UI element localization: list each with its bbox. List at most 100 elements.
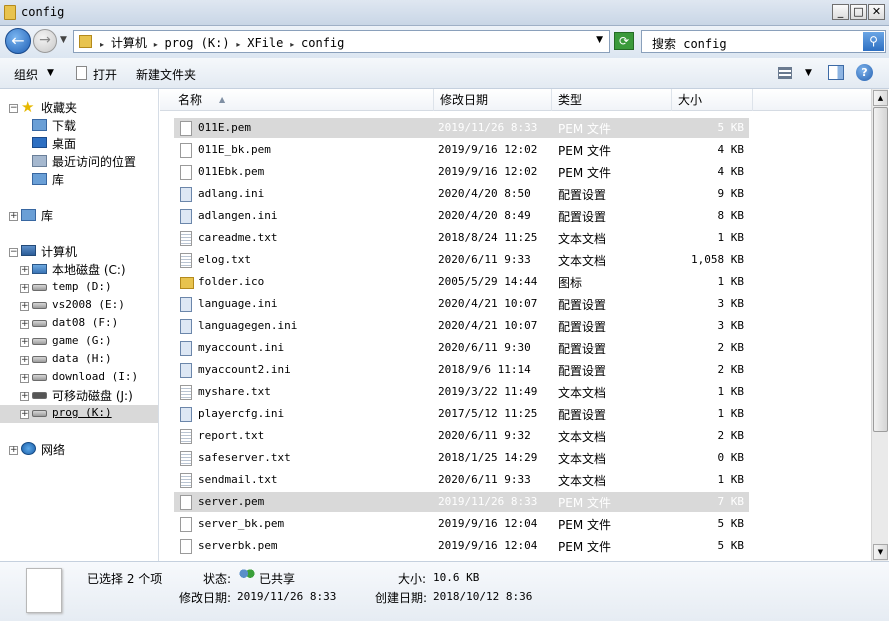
column-header-name[interactable]: 名称 ▲: [172, 89, 434, 111]
scroll-up-icon[interactable]: ▲: [873, 90, 888, 106]
address-bar[interactable]: ▸ 计算机 ▸ prog (K:) ▸ XFile ▸ config ▼: [73, 30, 610, 53]
file-row[interactable]: 011E.pem 2019/11/26 8:33 PEM 文件 5 KB: [174, 118, 749, 138]
tree-item-recent[interactable]: 最近访问的位置: [0, 153, 158, 171]
tree-item-drive-i[interactable]: + download (I:): [0, 369, 158, 387]
tree-label: 可移动磁盘 (J:): [52, 389, 133, 403]
expand-icon[interactable]: +: [20, 302, 29, 311]
file-row[interactable]: serverbk.pem 2019/9/16 12:04 PEM 文件 5 KB: [174, 536, 749, 556]
tree-item-drive-d[interactable]: + temp (D:): [0, 279, 158, 297]
tree-item-drive-f[interactable]: + dat08 (F:): [0, 315, 158, 333]
file-name: elog.txt: [198, 253, 251, 266]
chevron-right-icon[interactable]: ▸: [236, 40, 240, 49]
tree-label: 库: [41, 209, 54, 223]
scroll-down-icon[interactable]: ▼: [873, 544, 888, 560]
file-type: PEM 文件: [558, 540, 611, 554]
expand-icon[interactable]: +: [20, 392, 29, 401]
tree-item-favorites[interactable]: − ★ 收藏夹: [0, 99, 158, 117]
close-button[interactable]: ✕: [868, 4, 885, 20]
file-size: 5 KB: [717, 539, 745, 552]
open-button[interactable]: 打开: [93, 66, 117, 83]
expand-icon[interactable]: +: [20, 320, 29, 329]
expand-icon[interactable]: +: [20, 374, 29, 383]
file-row[interactable]: elog.txt 2020/6/11 9:33 文本文档 1,058 KB: [174, 250, 749, 270]
file-size: 4 KB: [717, 143, 745, 156]
search-icon[interactable]: ⚲: [863, 32, 884, 51]
drive-icon: [32, 284, 47, 291]
file-row[interactable]: language.ini 2020/4/21 10:07 配置设置 3 KB: [174, 294, 749, 314]
view-details-icon[interactable]: [778, 67, 792, 79]
tree-item-drive-e[interactable]: + vs2008 (E:): [0, 297, 158, 315]
refresh-button[interactable]: ⟳: [614, 32, 634, 50]
maximize-button[interactable]: □: [850, 4, 867, 20]
preview-pane-icon[interactable]: [828, 65, 844, 80]
tree-item-desktop[interactable]: 桌面: [0, 135, 158, 153]
tree-item-computer[interactable]: − 计算机: [0, 243, 158, 261]
history-dropdown-icon[interactable]: ▼: [60, 35, 67, 45]
file-row[interactable]: myaccount2.ini 2018/9/6 11:14 配置设置 2 KB: [174, 360, 749, 380]
tree-item-libraries[interactable]: + 库: [0, 207, 158, 225]
file-row[interactable]: myshare.txt 2019/3/22 11:49 文本文档 1 KB: [174, 382, 749, 402]
tree-item-drive-h[interactable]: + data (H:): [0, 351, 158, 369]
collapse-icon[interactable]: −: [9, 248, 18, 257]
expand-icon[interactable]: +: [20, 356, 29, 365]
expand-icon[interactable]: +: [9, 212, 18, 221]
tree-item-drive-c[interactable]: + 本地磁盘 (C:): [0, 261, 158, 279]
help-icon[interactable]: ?: [856, 64, 873, 81]
library-icon: [32, 173, 47, 185]
tree-label: download (I:): [52, 370, 139, 383]
expand-icon[interactable]: +: [20, 266, 29, 275]
back-button[interactable]: ←: [5, 28, 31, 54]
file-row[interactable]: careadme.txt 2018/8/24 11:25 文本文档 1 KB: [174, 228, 749, 248]
chevron-right-icon[interactable]: ▸: [100, 40, 104, 49]
vertical-scrollbar[interactable]: ▲ ▼: [871, 89, 888, 561]
library-icon: [21, 209, 36, 221]
expand-icon[interactable]: +: [9, 446, 18, 455]
minimize-button[interactable]: _: [832, 4, 849, 20]
scroll-thumb[interactable]: [873, 107, 888, 432]
file-row[interactable]: sendmail.txt 2020/6/11 9:33 文本文档 1 KB: [174, 470, 749, 490]
tree-item-network[interactable]: + 网络: [0, 441, 158, 459]
tree-item-drive-g[interactable]: + game (G:): [0, 333, 158, 351]
organize-button[interactable]: 组织: [14, 66, 38, 83]
forward-button[interactable]: →: [33, 29, 57, 53]
breadcrumb-item[interactable]: config: [301, 36, 344, 50]
file-row[interactable]: languagegen.ini 2020/4/21 10:07 配置设置 3 KB: [174, 316, 749, 336]
folder-icon: [79, 35, 92, 48]
navigation-pane: − ★ 收藏夹 下载 桌面 最近访问的位置 库 + 库 − 计算机 + 本地磁盘…: [0, 89, 159, 561]
tree-item-drive-j[interactable]: + 可移动磁盘 (J:): [0, 387, 158, 405]
breadcrumb-item[interactable]: XFile: [247, 36, 283, 50]
tree-item-drive-k[interactable]: + prog (K:): [0, 405, 158, 423]
file-row[interactable]: adlang.ini 2020/4/20 8:50 配置设置 9 KB: [174, 184, 749, 204]
new-folder-button[interactable]: 新建文件夹: [136, 66, 196, 83]
file-row[interactable]: server.pem 2019/11/26 8:33 PEM 文件 7 KB: [174, 492, 749, 512]
chevron-right-icon[interactable]: ▸: [290, 40, 294, 49]
tree-item-downloads[interactable]: 下载: [0, 117, 158, 135]
expand-icon[interactable]: +: [20, 284, 29, 293]
breadcrumb-item[interactable]: prog (K:): [165, 36, 230, 50]
file-row[interactable]: safeserver.txt 2018/1/25 14:29 文本文档 0 KB: [174, 448, 749, 468]
file-row[interactable]: server_bk.pem 2019/9/16 12:04 PEM 文件 5 KB: [174, 514, 749, 534]
file-row[interactable]: myaccount.ini 2020/6/11 9:30 配置设置 2 KB: [174, 338, 749, 358]
breadcrumb-item[interactable]: 计算机: [111, 36, 147, 50]
chevron-down-icon[interactable]: ▼: [805, 68, 812, 78]
column-header-size[interactable]: 大小: [672, 89, 753, 111]
file-row[interactable]: 011Ebk.pem 2019/9/16 12:02 PEM 文件 4 KB: [174, 162, 749, 182]
expand-icon[interactable]: +: [20, 338, 29, 347]
chevron-down-icon[interactable]: ▼: [47, 68, 54, 78]
column-header-date[interactable]: 修改日期: [434, 89, 552, 111]
file-icon: [180, 495, 192, 510]
file-row[interactable]: playercfg.ini 2017/5/12 11:25 配置设置 1 KB: [174, 404, 749, 424]
collapse-icon[interactable]: −: [9, 104, 18, 113]
address-dropdown-icon[interactable]: ▼: [596, 35, 603, 45]
search-input[interactable]: 搜索 config ⚲: [641, 30, 886, 53]
system-drive-icon: [32, 264, 47, 274]
tree-item-fav-library[interactable]: 库: [0, 171, 158, 189]
chevron-right-icon[interactable]: ▸: [154, 40, 158, 49]
file-row[interactable]: adlangen.ini 2020/4/20 8:49 配置设置 8 KB: [174, 206, 749, 226]
navigation-bar: ← → ▼ ▸ 计算机 ▸ prog (K:) ▸ XFile ▸ config…: [0, 26, 889, 58]
file-row[interactable]: 011E_bk.pem 2019/9/16 12:02 PEM 文件 4 KB: [174, 140, 749, 160]
expand-icon[interactable]: +: [20, 410, 29, 419]
file-row[interactable]: folder.ico 2005/5/29 14:44 图标 1 KB: [174, 272, 749, 292]
file-row[interactable]: report.txt 2020/6/11 9:32 文本文档 2 KB: [174, 426, 749, 446]
column-header-type[interactable]: 类型: [552, 89, 672, 111]
